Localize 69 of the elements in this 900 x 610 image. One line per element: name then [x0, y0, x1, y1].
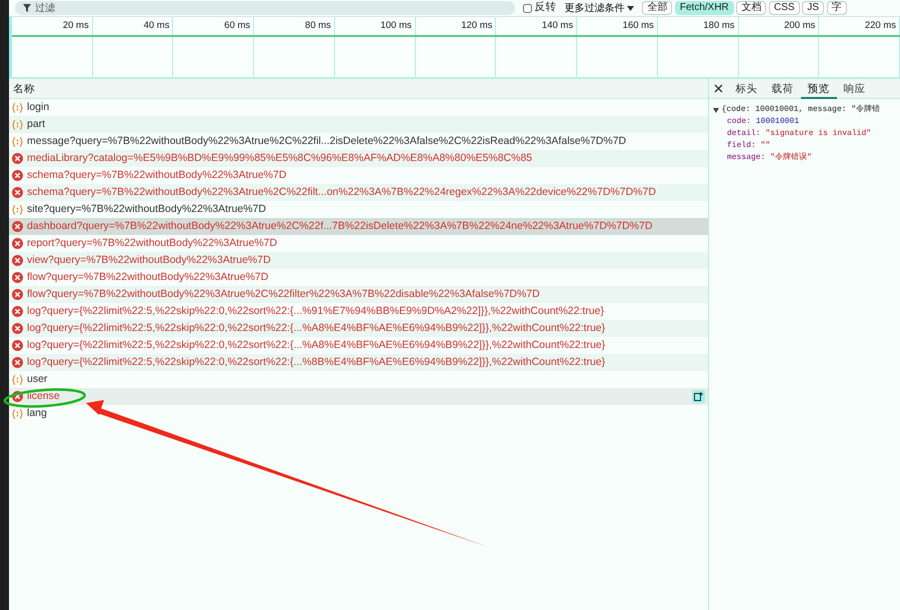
- filter-icon: [23, 4, 31, 12]
- timeline-tick-label: 20 ms: [62, 20, 89, 31]
- error-icon: [12, 238, 23, 249]
- invert-checkbox[interactable]: [523, 4, 532, 12]
- filter-field[interactable]: 过滤: [15, 1, 515, 15]
- preview-key: detail:: [727, 129, 761, 138]
- type-filter-button[interactable]: Fetch/XHR: [674, 1, 734, 15]
- request-row[interactable]: dashboard?query=%7B%22withoutBody%22%3Atrue%2C%22f...7B%22isDelete%22%3A%7B%22%24ne%22%3Atrue%7D%7D%7D: [9, 218, 708, 235]
- error-icon: [12, 221, 23, 232]
- copy-icon: [694, 392, 703, 401]
- timeline-tick-label: 120 ms: [461, 20, 492, 31]
- preview-value: 100010001: [756, 117, 800, 126]
- more-filters-dropdown[interactable]: 更多过滤条件: [564, 0, 634, 16]
- timeline-tick-label: 60 ms: [224, 20, 250, 31]
- timeline-tick-label: 180 ms: [703, 20, 735, 31]
- type-filter-button[interactable]: 字: [826, 1, 847, 15]
- preview-key: field:: [727, 141, 756, 150]
- detail-tab[interactable]: 预览: [800, 78, 836, 98]
- request-row[interactable]: license: [9, 388, 708, 405]
- error-icon: [12, 272, 23, 283]
- timeline-tick-label: 200 ms: [784, 20, 816, 31]
- braces-icon: [12, 102, 23, 112]
- preview-value: "令牌错误": [770, 153, 812, 162]
- request-row[interactable]: schema?query=%7B%22withoutBody%22%3Atrue%2C%22filt...on%22%3A%7B%22%24regex%22%3A%22device%22%7D%7D%7D: [9, 184, 708, 201]
- preview-key: message:: [727, 153, 766, 162]
- error-icon: [12, 170, 23, 181]
- timeline-tick-label: 40 ms: [144, 20, 170, 31]
- request-row[interactable]: log?query={%22limit%22:5,%22skip%22:0,%22sort%22:{...%A8%E4%BF%AE%E6%94%B9%22]}},%22withCount%22:true}: [9, 320, 708, 337]
- braces-icon: [12, 120, 23, 130]
- error-icon: [12, 289, 23, 300]
- braces-icon: [12, 204, 23, 214]
- preview-summary[interactable]: {code: 100010001, message: "令牌错: [722, 104, 880, 116]
- request-row[interactable]: log?query={%22limit%22:5,%22skip%22:0,%22sort%22:{...%8B%E4%BF%AE%E6%94%B9%22]}},%22withCount%22:true}: [9, 354, 708, 371]
- preview-value: "": [760, 141, 770, 150]
- timeline-tick-label: 100 ms: [380, 20, 412, 31]
- request-row[interactable]: flow?query=%7B%22withoutBody%22%3Atrue%2C%22filter%22%3A%7B%22disable%22%3Afalse%7D%7D: [9, 286, 708, 303]
- error-icon: [12, 187, 23, 198]
- copy-button[interactable]: [692, 390, 705, 403]
- detail-tab[interactable]: 载荷: [764, 78, 800, 98]
- braces-icon: [12, 374, 23, 384]
- error-icon: [12, 306, 23, 317]
- preview-key: code:: [727, 117, 752, 126]
- type-filter-button[interactable]: 全部: [642, 1, 672, 15]
- type-filter-button[interactable]: JS: [802, 1, 824, 15]
- timeline-tick-label: 80 ms: [305, 20, 331, 31]
- braces-icon: [12, 136, 23, 146]
- caret-icon: [627, 6, 634, 10]
- error-icon: [12, 153, 23, 164]
- error-icon: [12, 357, 23, 368]
- detail-tab[interactable]: 响应: [836, 78, 872, 98]
- error-icon: [12, 255, 23, 266]
- column-header: 名称: [13, 83, 35, 95]
- detail-tab[interactable]: 标头: [728, 78, 764, 98]
- error-icon: [12, 391, 23, 402]
- preview-value: "signature is invalid": [765, 129, 872, 138]
- invert-label[interactable]: 反转: [534, 0, 557, 16]
- braces-icon: [12, 408, 23, 418]
- request-row[interactable]: mediaLibrary?catalog=%E5%9B%BD%E9%99%85%E5%8C%96%E8%AF%AD%E8%A8%80%E5%8C%85: [9, 150, 708, 167]
- type-filter-button[interactable]: CSS: [769, 1, 800, 15]
- close-icon: [714, 84, 724, 93]
- type-filter-button[interactable]: 文档: [736, 1, 766, 15]
- request-row[interactable]: part: [9, 116, 708, 133]
- timeline-tick-label: 220 ms: [864, 20, 896, 31]
- timeline-tick-label: 160 ms: [622, 20, 654, 31]
- request-row[interactable]: view?query=%7B%22withoutBody%22%3Atrue%7D: [9, 252, 708, 269]
- expand-triangle-icon: [713, 108, 719, 112]
- timeline-tick-label: 140 ms: [542, 20, 574, 31]
- error-icon: [12, 340, 23, 351]
- error-icon: [12, 323, 23, 334]
